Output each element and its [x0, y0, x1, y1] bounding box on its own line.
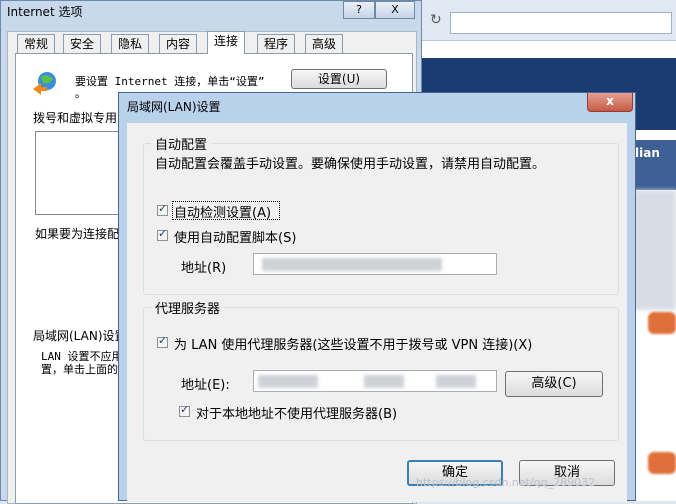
auto-config-label: 自动配置	[151, 134, 212, 153]
auto-script-label[interactable]: 使用自动配置脚本(S)	[174, 227, 296, 246]
address-bar[interactable]	[450, 12, 672, 34]
tab-privacy[interactable]: 隐私	[111, 34, 150, 53]
reload-icon[interactable]: ↻	[430, 12, 442, 28]
redacted-address	[436, 375, 476, 388]
proxy-address-label: 地址(E):	[181, 378, 230, 393]
proxy-note: 如果要为连接配	[35, 227, 120, 241]
close-button[interactable]: X	[375, 1, 415, 19]
tab-programs[interactable]: 程序	[257, 34, 296, 53]
orange-badge	[648, 452, 676, 474]
script-address-label: 地址(R)	[181, 261, 227, 276]
dialup-label: 拨号和虚拟专用	[33, 111, 118, 125]
auto-script-checkbox[interactable]	[157, 227, 168, 241]
tab-general[interactable]: 常规	[17, 34, 56, 53]
bypass-local-label[interactable]: 对于本地地址不使用代理服务器(B)	[196, 403, 397, 422]
lan-settings-dialog: 局域网(LAN)设置 x 自动配置 自动配置会覆盖手动设置。要确保使用手动设置，…	[118, 92, 636, 502]
use-proxy-checkbox[interactable]	[157, 334, 168, 348]
setup-text-2: 。	[75, 87, 86, 100]
script-address-input[interactable]	[253, 253, 497, 275]
redacted-address	[364, 375, 404, 388]
setup-text: 要设置 Internet 连接，单击“设置”	[75, 75, 265, 88]
lan-section-label: 局域网(LAN)设置	[33, 329, 127, 343]
redacted-address	[262, 258, 442, 271]
close-icon[interactable]: x	[587, 93, 633, 112]
proxy-group-label: 代理服务器	[151, 298, 225, 317]
use-proxy-label[interactable]: 为 LAN 使用代理服务器(这些设置不用于拨号或 VPN 连接)(X)	[174, 334, 532, 353]
help-button[interactable]: ?	[343, 1, 375, 19]
tab-security[interactable]: 安全	[63, 34, 102, 53]
watermark: https://blog.csdn.net/qq_289032	[416, 476, 596, 489]
tab-advanced[interactable]: 高级	[305, 34, 344, 53]
orange-badge	[648, 312, 676, 334]
tab-content[interactable]: 内容	[159, 34, 198, 53]
globe-icon	[33, 72, 56, 95]
bypass-local-checkbox[interactable]	[179, 403, 190, 417]
tab-connections[interactable]: 连接	[207, 31, 246, 54]
auto-config-description: 自动配置会覆盖手动设置。要确保使用手动设置，请禁用自动配置。	[155, 157, 546, 172]
page-edge-text: lian	[635, 146, 660, 160]
redacted-address	[258, 375, 318, 388]
window-title: Internet 选项	[7, 5, 83, 19]
setup-button[interactable]: 设置(U)	[291, 69, 387, 89]
proxy-address-input[interactable]	[253, 370, 497, 392]
dialog-title: 局域网(LAN)设置	[127, 100, 221, 114]
focus-outline	[172, 201, 280, 220]
advanced-button[interactable]: 高级(C)	[505, 371, 603, 397]
lan-note-2: 置，单击上面的	[41, 363, 118, 376]
dialog-client: 自动配置 自动配置会覆盖手动设置。要确保使用手动设置，请禁用自动配置。 自动检测…	[127, 123, 627, 502]
auto-detect-checkbox[interactable]	[157, 202, 168, 216]
